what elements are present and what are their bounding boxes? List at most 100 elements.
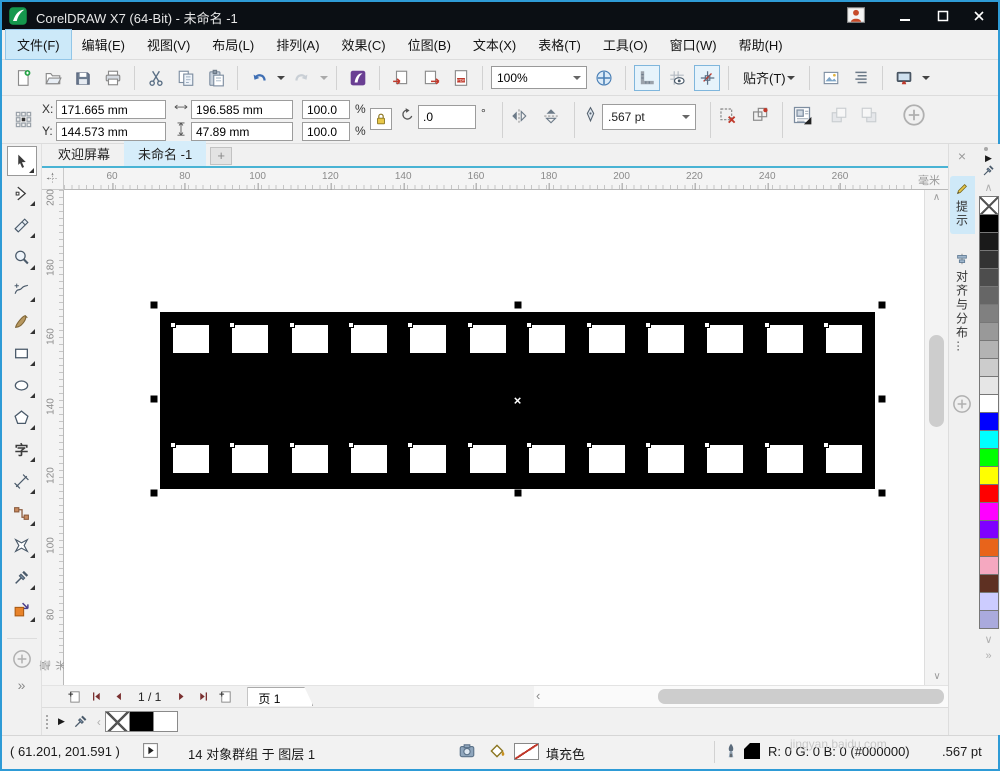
menu-item[interactable]: 布局(L) (201, 30, 265, 59)
color-swatch[interactable] (979, 574, 999, 593)
scroll-down-icon[interactable]: ∨ (925, 669, 949, 685)
freehand-tool[interactable] (7, 274, 37, 304)
application-launcher-button[interactable] (345, 65, 371, 91)
add-page-button[interactable] (64, 688, 84, 706)
menu-item[interactable]: 文本(X) (462, 30, 527, 59)
color-swatch[interactable] (979, 232, 999, 251)
color-swatch[interactable] (979, 502, 999, 521)
shape-tool[interactable] (7, 178, 37, 208)
quick-customize-button[interactable] (902, 103, 926, 127)
outline-pen-icon[interactable] (722, 742, 740, 760)
text-wrap-button[interactable] (792, 105, 812, 125)
selection-handle[interactable] (151, 490, 158, 497)
menu-item[interactable]: 视图(V) (136, 30, 201, 59)
previous-page-button[interactable] (108, 688, 128, 706)
mirror-vertical-button[interactable] (542, 107, 560, 125)
save-button[interactable] (70, 65, 96, 91)
horizontal-scroll-thumb[interactable] (658, 689, 944, 704)
tab-welcome-screen[interactable]: 欢迎屏幕 (44, 141, 124, 166)
copy-button[interactable] (173, 65, 199, 91)
color-swatch[interactable] (979, 214, 999, 233)
tab-untitled-document[interactable]: 未命名 -1 (124, 141, 206, 166)
docker-tab-align-distribute[interactable]: 对齐与分布… (950, 246, 975, 360)
eyedropper-icon[interactable] (73, 714, 88, 729)
selection-handle[interactable] (515, 490, 522, 497)
import-button[interactable] (388, 65, 414, 91)
selection-handle[interactable] (151, 396, 158, 403)
membership-user-icon[interactable] (847, 6, 865, 24)
vertical-ruler[interactable]: 毫米 20018016014012010080 (42, 190, 64, 685)
lock-ratio-button[interactable] (370, 108, 392, 130)
page-1-tab[interactable]: 页 1 (247, 687, 313, 706)
scale-x-field[interactable] (302, 100, 350, 119)
presentation-button[interactable] (891, 65, 917, 91)
undo-dropdown[interactable] (277, 76, 285, 84)
color-swatch[interactable] (979, 304, 999, 323)
minimize-button[interactable] (888, 2, 922, 30)
palette-flyout-icon[interactable]: ▶ (985, 153, 992, 164)
toolbox-overflow-button[interactable]: » (2, 677, 41, 693)
zoom-level-combo[interactable]: 100% (491, 66, 587, 89)
color-swatch[interactable] (979, 394, 999, 413)
scroll-left-icon[interactable]: ‹ (536, 688, 540, 703)
new-document-button[interactable] (10, 65, 36, 91)
color-swatch[interactable] (979, 448, 999, 467)
color-swatch[interactable] (979, 538, 999, 557)
color-swatch[interactable] (129, 711, 154, 732)
color-swatch[interactable] (979, 592, 999, 611)
menu-item[interactable]: 窗口(W) (659, 30, 728, 59)
cut-button[interactable] (143, 65, 169, 91)
print-button[interactable] (100, 65, 126, 91)
object-width-field[interactable] (191, 100, 293, 119)
fill-color-swatch[interactable] (514, 743, 539, 760)
menu-item[interactable]: 编辑(E) (71, 30, 136, 59)
rectangle-tool[interactable] (7, 338, 37, 368)
canvas[interactable]: × (64, 190, 924, 685)
ellipse-tool[interactable] (7, 370, 37, 400)
publish-pdf-button[interactable]: PDF (448, 65, 474, 91)
docker-tab-hints[interactable]: 提示 (950, 176, 975, 234)
polygon-tool[interactable] (7, 402, 37, 432)
zoom-to-fit-button[interactable] (591, 65, 617, 91)
new-tab-button[interactable]: + (210, 147, 232, 165)
to-back-button[interactable] (830, 106, 848, 124)
grid-toggle-button[interactable] (664, 65, 690, 91)
color-swatch[interactable] (979, 610, 999, 629)
selection-handle[interactable] (151, 302, 158, 309)
options-button[interactable] (818, 65, 844, 91)
rotation-angle-field[interactable] (418, 105, 476, 129)
crop-tool[interactable] (7, 210, 37, 240)
color-swatch[interactable] (979, 376, 999, 395)
mirror-horizontal-button[interactable] (510, 107, 528, 125)
snap-toggle-button[interactable] (694, 65, 720, 91)
color-swatch[interactable] (979, 556, 999, 575)
add-page-button[interactable] (215, 688, 235, 706)
fill-bucket-icon[interactable] (488, 742, 506, 760)
redo-button[interactable] (289, 65, 315, 91)
color-swatch[interactable] (979, 430, 999, 449)
text-tool[interactable]: 字 (7, 434, 37, 464)
menu-item[interactable]: 效果(C) (331, 30, 397, 59)
outline-color-swatch[interactable] (744, 743, 760, 759)
last-page-button[interactable] (193, 688, 213, 706)
paste-button[interactable] (203, 65, 229, 91)
palette-grip[interactable] (46, 715, 50, 729)
menu-item[interactable]: 位图(B) (397, 30, 462, 59)
no-color-swatch[interactable] (105, 711, 130, 732)
scroll-up-icon[interactable]: ∧ (925, 190, 948, 206)
pick-tool[interactable] (7, 146, 37, 176)
menu-item[interactable]: 帮助(H) (728, 30, 794, 59)
artistic-media-tool[interactable] (7, 306, 37, 336)
menu-item[interactable]: 表格(T) (527, 30, 592, 59)
docker-quick-customize-button[interactable] (951, 394, 973, 414)
menu-item[interactable]: 排列(A) (265, 30, 330, 59)
zoom-tool[interactable] (7, 242, 37, 272)
remove-effect-button[interactable] (718, 106, 737, 125)
first-page-button[interactable] (86, 688, 106, 706)
dimension-tool[interactable] (7, 466, 37, 496)
outline-width-combo[interactable]: .567 pt (602, 104, 696, 130)
scale-y-field[interactable] (302, 122, 350, 141)
export-button[interactable] (418, 65, 444, 91)
vertical-scroll-thumb[interactable] (929, 335, 944, 427)
maximize-button[interactable] (926, 2, 960, 30)
